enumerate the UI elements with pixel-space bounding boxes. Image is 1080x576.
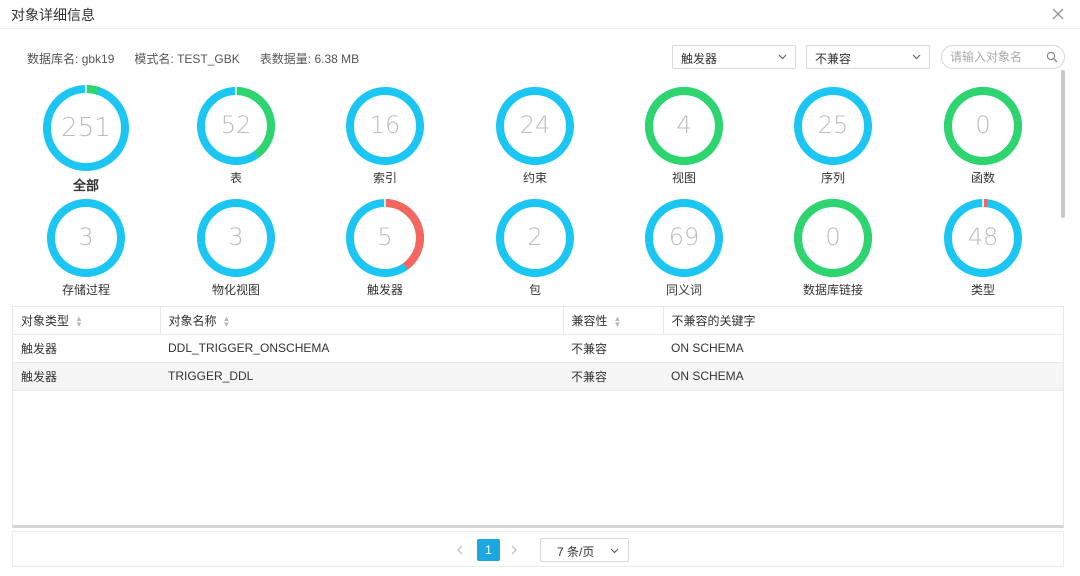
stat-3[interactable]: 16 索引 <box>325 84 445 186</box>
stat-label: 包 <box>528 283 541 297</box>
stat-count: 0 <box>825 223 841 251</box>
cell-compat: 不兼容 <box>563 334 663 363</box>
compatibility-select-value: 不兼容 <box>815 52 852 66</box>
stat-count: 0 <box>975 111 991 139</box>
cell-name: TRIGGER_DDL <box>160 362 563 391</box>
column-header-type[interactable]: 对象类型 ▲ ▼ <box>13 307 161 335</box>
cell-type: 触发器 <box>13 334 160 363</box>
stat-4[interactable]: 24 约束 <box>475 84 595 186</box>
schema-name-info: 模式名: TEST_GBK <box>134 52 240 66</box>
stat-label: 类型 <box>970 283 995 297</box>
object-table: 对象类型 ▲ ▼ 对象名称 ▲ ▼ 兼容性 ▲ ▼ 不兼容的关键字 触发器 DDL_TRIG… <box>12 306 1064 528</box>
stat-label: 存储过程 <box>61 283 110 297</box>
scrollbar[interactable] <box>1061 70 1065 218</box>
chevron-down-icon <box>610 548 619 554</box>
page-size-value: 7 条/页 <box>557 545 595 559</box>
stat-count: 5 <box>377 223 393 251</box>
sort-icon: ▲ ▼ <box>613 313 622 329</box>
stat-13[interactable]: 0 数据库链接 <box>773 196 893 298</box>
db-info-bar: 数据库名: gbk19 模式名: TEST_GBK 表数据量: 6.38 MB <box>27 50 359 67</box>
stat-count: 24 <box>519 111 551 139</box>
chevron-down-icon <box>912 54 921 60</box>
close-icon[interactable] <box>1050 6 1066 22</box>
object-type-select[interactable]: 触发器 <box>672 45 796 69</box>
page-button-current[interactable]: 1 <box>477 539 500 561</box>
table-row[interactable]: 触发器 DDL_TRIGGER_ONSCHEMA 不兼容 ON SCHEMA <box>13 334 1063 363</box>
object-search-input[interactable] <box>942 46 1038 68</box>
column-header-keywords: 不兼容的关键字 <box>663 307 1063 335</box>
stat-6[interactable]: 25 序列 <box>773 84 893 186</box>
stat-count: 251 <box>61 113 111 143</box>
stat-5[interactable]: 4 视图 <box>624 84 744 186</box>
chevron-left-icon[interactable] <box>456 545 464 555</box>
pagination: 1 7 条/页 <box>12 531 1064 567</box>
stat-10[interactable]: 5 触发器 <box>325 196 445 298</box>
stat-label: 全部 <box>72 178 99 193</box>
cell-name: DDL_TRIGGER_ONSCHEMA <box>160 334 563 363</box>
sort-icon: ▲ ▼ <box>222 313 231 329</box>
table-row[interactable]: 触发器 TRIGGER_DDL 不兼容 ON SCHEMA <box>13 362 1063 391</box>
stat-label: 物化视图 <box>211 283 260 297</box>
chevron-down-icon <box>778 54 787 60</box>
object-search <box>941 45 1065 69</box>
stat-2[interactable]: 52 表 <box>176 84 296 186</box>
stat-1[interactable]: 251 全部 <box>26 82 146 194</box>
table-header-row: 对象类型 ▲ ▼ 对象名称 ▲ ▼ 兼容性 ▲ ▼ 不兼容的关键字 <box>13 307 1063 335</box>
db-name-info: 数据库名: gbk19 <box>27 52 115 66</box>
object-type-select-value: 触发器 <box>681 52 718 66</box>
stat-count: 25 <box>817 111 849 139</box>
stat-label: 索引 <box>372 171 397 185</box>
table-size-info: 表数据量: 6.38 MB <box>259 52 360 66</box>
stat-9[interactable]: 3 物化视图 <box>176 196 296 298</box>
stat-14[interactable]: 48 类型 <box>923 196 1043 298</box>
stat-12[interactable]: 69 同义词 <box>624 196 744 298</box>
page-size-select[interactable]: 7 条/页 <box>540 538 629 562</box>
stat-label: 同义词 <box>665 283 702 297</box>
stat-label: 数据库链接 <box>802 283 863 297</box>
chevron-right-icon[interactable] <box>510 545 518 555</box>
stat-label: 触发器 <box>366 283 403 297</box>
column-header-compat[interactable]: 兼容性 ▲ ▼ <box>563 307 664 335</box>
stat-count: 16 <box>369 111 401 139</box>
cell-keywords: ON SCHEMA <box>663 334 1063 363</box>
compatibility-select[interactable]: 不兼容 <box>806 45 930 69</box>
cell-compat: 不兼容 <box>563 362 663 391</box>
sort-icon: ▲ ▼ <box>75 313 83 329</box>
cell-type: 触发器 <box>13 362 160 391</box>
stat-count: 4 <box>676 111 692 139</box>
column-header-name[interactable]: 对象名称 ▲ ▼ <box>160 307 564 335</box>
stat-count: 3 <box>78 223 94 251</box>
stat-label: 表 <box>229 171 242 185</box>
cell-keywords: ON SCHEMA <box>663 362 1063 391</box>
stat-count: 2 <box>527 223 543 251</box>
stat-label: 函数 <box>970 171 995 185</box>
stat-8[interactable]: 3 存储过程 <box>26 196 146 298</box>
dialog-title: 对象详细信息 <box>11 7 95 23</box>
dialog-header: 对象详细信息 <box>0 0 1080 29</box>
stat-label: 序列 <box>820 171 845 185</box>
stat-count: 69 <box>668 223 700 251</box>
stat-count: 48 <box>967 223 999 251</box>
stat-count: 3 <box>228 223 244 251</box>
stat-label: 视图 <box>671 171 696 185</box>
stat-label: 约束 <box>522 171 547 185</box>
stat-count: 52 <box>220 111 252 139</box>
stat-11[interactable]: 2包 <box>475 196 595 298</box>
search-icon[interactable] <box>1046 51 1058 63</box>
stat-7[interactable]: 0 函数 <box>923 84 1043 186</box>
